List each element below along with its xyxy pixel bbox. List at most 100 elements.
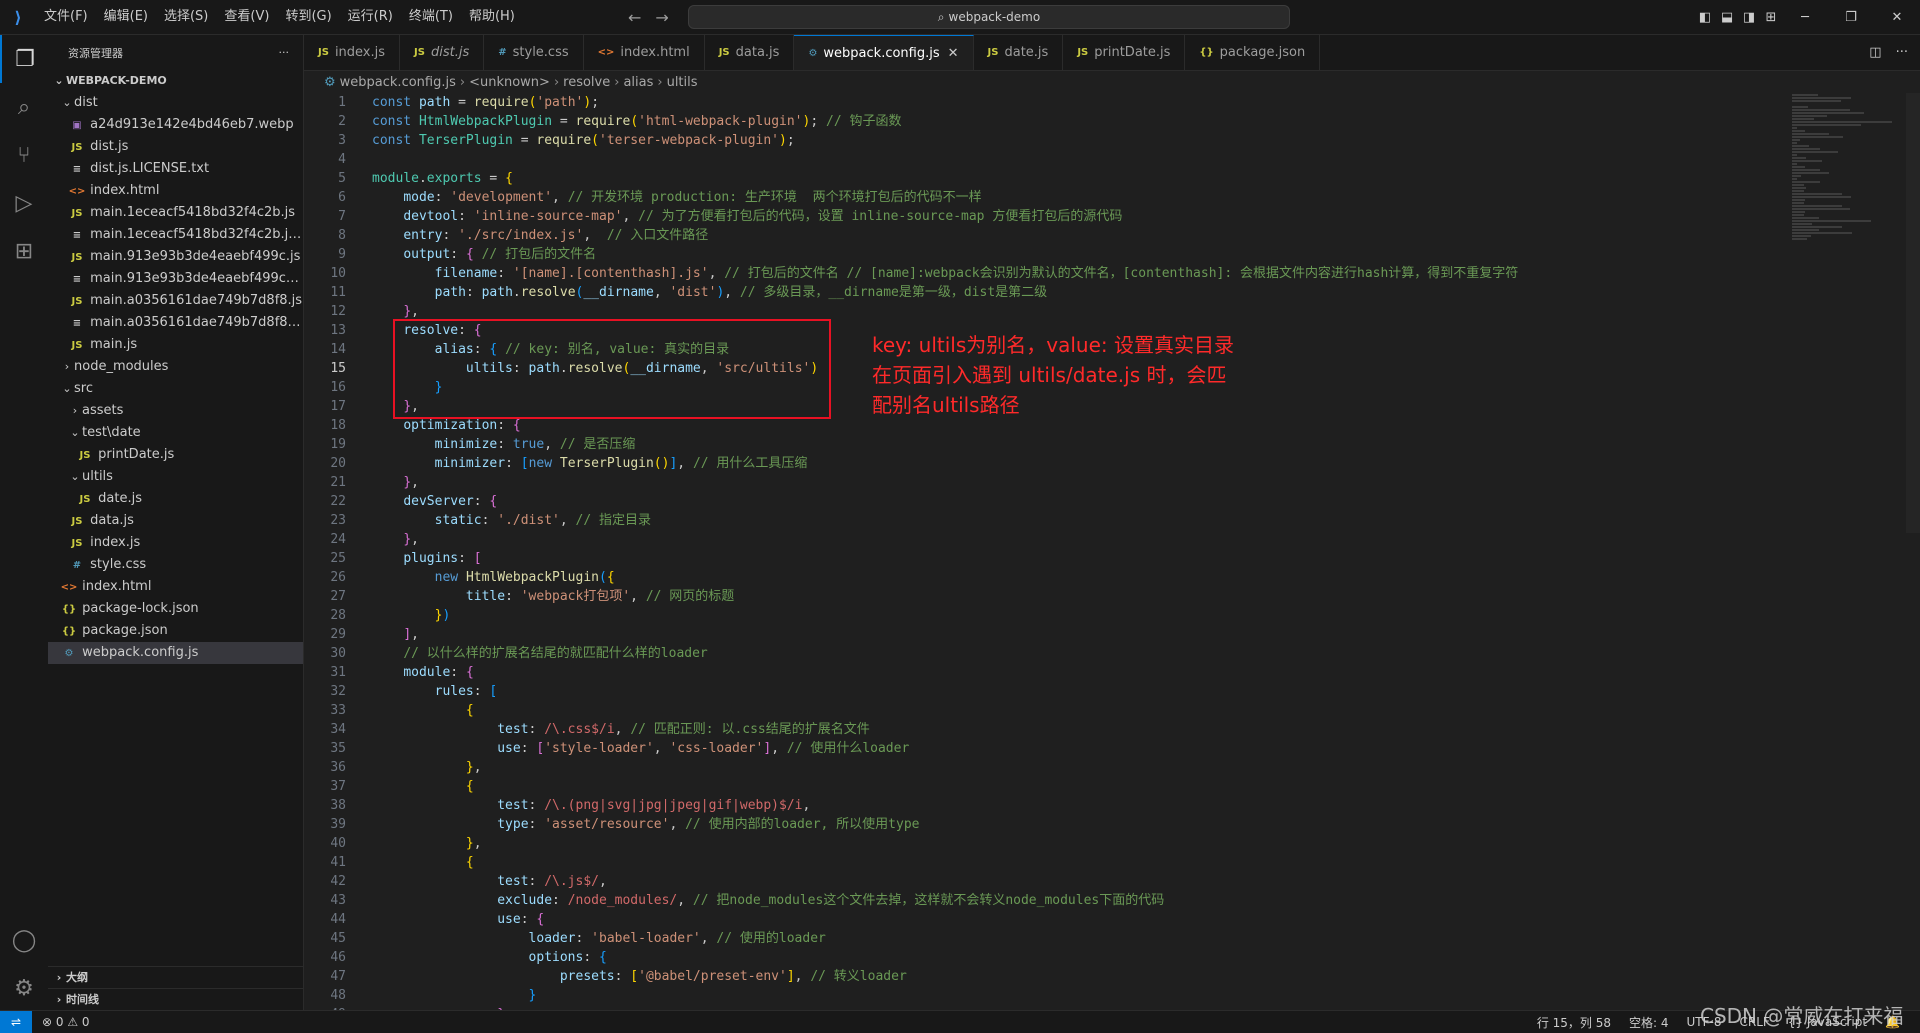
tree-file[interactable]: {} package.json [48,620,303,642]
tree-file[interactable]: # style.css [48,554,303,576]
minimap-line [1792,157,1807,159]
editor-tab[interactable]: ⚙ webpack.config.js ✕ [794,35,974,70]
code-line: 41 { [304,853,1904,872]
tree-file[interactable]: JS main.a0356161dae749b7d8f8.js [48,290,303,312]
code-token: : [505,456,521,471]
indentation[interactable]: 空格: 4 [1629,1014,1669,1031]
menu-view[interactable]: 查看(V) [216,0,277,34]
tree-file[interactable]: JS index.js [48,532,303,554]
tree-folder[interactable]: ⌄ src [48,378,303,400]
menu-selection[interactable]: 选择(S) [156,0,216,34]
menu-bar: 文件(F) 编辑(E) 选择(S) 查看(V) 转到(G) 运行(R) 终端(T… [36,0,523,34]
cursor-position[interactable]: 行 15，列 58 [1537,1014,1611,1031]
minimap[interactable] [1792,93,1902,253]
editor-tab[interactable]: JS dist.js [400,35,485,70]
more-editor-actions-icon[interactable]: ··· [1896,45,1908,60]
tree-folder[interactable]: ⌄ ultils [48,466,303,488]
customize-layout-icon[interactable]: ⊞ [1760,10,1782,25]
more-actions-icon[interactable]: ··· [279,46,290,59]
menu-file[interactable]: 文件(F) [36,0,96,34]
tree-item-label: src [74,381,93,396]
menu-edit[interactable]: 编辑(E) [96,0,156,34]
tree-file[interactable]: JS data.js [48,510,303,532]
tree-folder[interactable]: › assets [48,400,303,422]
tree-file[interactable]: ▣ a24d913e142e4bd46eb7.webp [48,114,303,136]
tree-file[interactable]: ≡ main.913e93b3de4eaebf499c.js.LIC... [48,268,303,290]
extensions-icon[interactable]: ⊞ [0,227,48,275]
problems-count[interactable]: ⊗ 0 ⚠ 0 [42,1015,90,1029]
toggle-secondary-sidebar-icon[interactable]: ◨ [1738,10,1760,25]
close-window-icon[interactable]: ✕ [1874,10,1920,25]
minimap-line [1792,154,1798,156]
code-editor[interactable]: 1 const path = require('path'); 2 const Htm… [304,93,1904,1010]
account-icon[interactable]: ◯ [0,916,48,964]
tree-file[interactable]: ≡ main.a0356161dae749b7d8f8.js.LIC... [48,312,303,334]
tree-folder[interactable]: › node_modules [48,356,303,378]
settings-gear-icon[interactable]: ⚙ [0,964,48,1012]
tree-file[interactable]: ≡ dist.js.LICENSE.txt [48,158,303,180]
editor-tab[interactable]: JS printDate.js [1063,35,1186,70]
restore-icon[interactable]: ❐ [1828,10,1874,25]
breadcrumb-symbol-resolve[interactable]: resolve [563,75,610,90]
editor-tab[interactable]: JS date.js [974,35,1064,70]
command-center-search[interactable]: ⌕ webpack-demo [688,5,1290,29]
code-token: : [473,494,490,509]
back-arrow-icon[interactable]: ← [628,8,641,27]
editor-tab[interactable]: {} package.json [1185,35,1321,70]
tree-file[interactable]: JS date.js [48,488,303,510]
outline-panel-header[interactable]: › 大纲 [48,966,303,989]
split-editor-icon[interactable]: ◫ [1869,45,1881,60]
code-line: 21 }, [304,473,1904,492]
tree-file[interactable]: <> index.html [48,576,303,598]
forward-arrow-icon[interactable]: → [655,8,668,27]
editor-tab[interactable]: <> index.html [584,35,705,70]
tree-file[interactable]: JS main.913e93b3de4eaebf499c.js [48,246,303,268]
editor-tab[interactable]: JS data.js [705,35,795,70]
remote-indicator-icon[interactable]: ⇌ [0,1011,32,1033]
tree-folder[interactable]: ⌄ test\date [48,422,303,444]
menu-terminal[interactable]: 终端(T) [401,0,461,34]
workspace-root[interactable]: ⌄ WEBPACK-DEMO [48,70,303,92]
code-token: module [372,171,419,186]
breadcrumb-symbol-alias[interactable]: alias [623,75,653,90]
code-line: 11 path: path.resolve(__dirname, 'dist')… [304,283,1904,302]
timeline-panel-header[interactable]: › 时间线 [48,988,303,1011]
source-control-icon[interactable]: ⑂ [0,131,48,179]
tree-file[interactable]: JS dist.js [48,136,303,158]
code-token: { [465,665,474,680]
close-tab-icon[interactable]: ✕ [948,46,959,61]
tree-folder[interactable]: ⌄ dist [48,92,303,114]
toggle-panel-icon[interactable]: ⬓ [1716,10,1738,25]
js-file-icon: JS [71,516,83,527]
tree-item-label: main.1eceacf5418bd32f4c2b.js [90,205,296,220]
menu-run[interactable]: 运行(R) [340,0,401,34]
code-token: 'dist' [669,285,717,300]
code-token: ] [763,741,772,756]
tree-file[interactable]: ⚙ webpack.config.js [48,642,303,664]
editor-scrollbar[interactable] [1906,93,1920,533]
tree-item-label: test\date [82,425,141,440]
tree-file[interactable]: JS printDate.js [48,444,303,466]
tree-file[interactable]: JS main.1eceacf5418bd32f4c2b.js [48,202,303,224]
toggle-sidebar-icon[interactable]: ◧ [1694,10,1716,25]
line-number: 5 [338,171,346,186]
run-debug-icon[interactable]: ▷ [0,179,48,227]
breadcrumb-symbol-ultils[interactable]: ultils [667,75,698,90]
minimize-icon[interactable]: ─ [1782,10,1828,25]
tree-file[interactable]: <> index.html [48,180,303,202]
breadcrumb-symbol-unknown[interactable]: <unknown> [469,75,550,90]
breadcrumb-file[interactable]: webpack.config.js [340,75,456,90]
editor-tab[interactable]: # style.css [484,35,584,70]
menu-help[interactable]: 帮助(H) [461,0,523,34]
search-view-icon[interactable]: ⌕ [0,83,48,131]
tree-file[interactable]: {} package-lock.json [48,598,303,620]
menu-goto[interactable]: 转到(G) [277,0,339,34]
editor-tab[interactable]: JS index.js [304,35,401,70]
code-line: 2 const HtmlWebpackPlugin = require('html… [304,112,1904,131]
explorer-icon[interactable]: ❐ [0,35,48,83]
tree-file[interactable]: ≡ main.1eceacf5418bd32f4c2b.js.LICE... [48,224,303,246]
tree-file[interactable]: JS main.js [48,334,303,356]
